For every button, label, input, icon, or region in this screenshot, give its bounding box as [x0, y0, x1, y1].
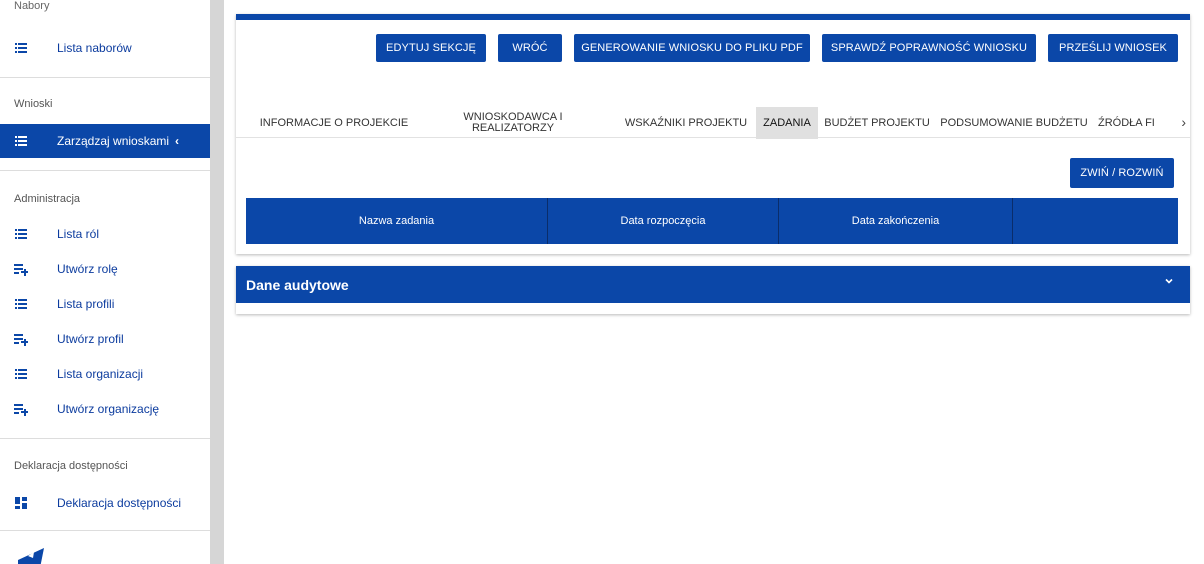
table-header-data-rozpoczecia: Data rozpoczęcia — [548, 198, 779, 244]
sidebar-section-nabory: Nabory — [14, 0, 50, 12]
sidebar-item-utworz-organizacje[interactable]: Utwórz organizację — [0, 393, 210, 425]
sidebar-item-label: Utwórz organizację — [57, 402, 160, 416]
tab-podsumowanie-budzetu[interactable]: PODSUMOWANIE BUDŻETU — [936, 107, 1092, 139]
sidebar: Nabory Lista naborów Wnioski Zarządzaj w… — [0, 0, 210, 564]
sidebar-section-administracja: Administracja — [14, 193, 81, 205]
tasks-table-header: Nazwa zadania Data rozpoczęcia Data zako… — [246, 198, 1178, 244]
sidebar-item-utworz-role[interactable]: Utwórz rolę — [0, 253, 210, 285]
chevron-right-icon[interactable]: › — [1181, 114, 1186, 130]
sidebar-divider — [0, 438, 210, 439]
list-icon — [14, 135, 28, 147]
sidebar-divider — [0, 170, 210, 171]
eu-logo-icon — [18, 548, 44, 564]
main-content: EDYTUJ SEKCJĘ WRÓĆ GENEROWANIE WNIOSKU D… — [224, 0, 1204, 564]
validate-application-button[interactable]: SPRAWDŹ POPRAWNOŚĆ WNIOSKU — [822, 34, 1036, 62]
sidebar-section-deklaracja: Deklaracja dostępności — [14, 460, 128, 472]
playlist-add-icon — [14, 263, 28, 276]
section-tabs: INFORMACJE O PROJEKCIE WNIOSKODAWCA I RE… — [236, 104, 1190, 139]
audit-data-panel: Dane audytowe — [236, 266, 1190, 314]
chevron-down-icon — [1165, 278, 1173, 284]
sidebar-divider — [0, 530, 210, 531]
sidebar-item-label: Lista organizacji — [57, 367, 144, 381]
sidebar-item-label: Deklaracja dostępności — [57, 496, 182, 510]
table-header-data-zakonczenia: Data zakończenia — [779, 198, 1013, 244]
table-header-actions — [1013, 198, 1178, 244]
application-section-card: EDYTUJ SEKCJĘ WRÓĆ GENEROWANIE WNIOSKU D… — [236, 14, 1190, 254]
tab-wnioskodawca-i-realizatorzy[interactable]: WNIOSKODAWCA I REALIZATORZY — [452, 107, 574, 139]
tab-label-line2: REALIZATORZY — [471, 122, 555, 134]
dashboard-icon — [14, 497, 28, 509]
list-icon — [14, 42, 28, 54]
audit-data-header[interactable]: Dane audytowe — [236, 266, 1190, 303]
app-root: Nabory Lista naborów Wnioski Zarządzaj w… — [0, 0, 1204, 564]
sidebar-item-zarzadzaj-wnioskami[interactable]: Zarządzaj wnioskami ‹ — [0, 124, 210, 158]
list-icon — [14, 368, 28, 380]
sidebar-item-lista-naborow[interactable]: Lista naborów — [0, 32, 210, 64]
sidebar-item-lista-rol[interactable]: Lista ról — [0, 218, 210, 250]
sidebar-item-label: Lista naborów — [57, 41, 132, 55]
generate-pdf-button[interactable]: GENEROWANIE WNIOSKU DO PLIKU PDF — [574, 34, 810, 62]
collapse-expand-button[interactable]: ZWIŃ / ROZWIŃ — [1070, 158, 1174, 188]
audit-data-title: Dane audytowe — [246, 277, 349, 293]
playlist-add-icon — [14, 333, 28, 346]
tab-zadania[interactable]: ZADANIA — [756, 107, 818, 139]
tab-budzet-projektu[interactable]: BUDŻET PROJEKTU — [822, 107, 932, 139]
sidebar-item-utworz-profil[interactable]: Utwórz profil — [0, 323, 210, 355]
table-header-nazwa-zadania: Nazwa zadania — [246, 198, 548, 244]
playlist-add-icon — [14, 403, 28, 416]
sidebar-item-label: Zarządzaj wnioskami — [57, 134, 170, 148]
sidebar-divider — [0, 77, 210, 78]
list-icon — [14, 298, 28, 310]
send-application-button[interactable]: PRZEŚLIJ WNIOSEK — [1048, 34, 1178, 62]
back-button[interactable]: WRÓĆ — [498, 34, 562, 62]
sidebar-item-lista-profili[interactable]: Lista profili — [0, 288, 210, 320]
edit-section-button[interactable]: EDYTUJ SEKCJĘ — [376, 34, 486, 62]
sidebar-section-wnioski: Wnioski — [14, 98, 53, 110]
tab-zrodla-finansowania[interactable]: ŹRÓDŁA FI — [1098, 107, 1160, 139]
sidebar-item-deklaracja-dostepnosci[interactable]: Deklaracja dostępności — [0, 487, 210, 519]
sidebar-item-label: Utwórz rolę — [57, 262, 118, 276]
sidebar-item-label: Lista profili — [57, 297, 115, 311]
sidebar-item-lista-organizacji[interactable]: Lista organizacji — [0, 358, 210, 390]
tab-wskazniki-projektu[interactable]: WSKAŹNIKI PROJEKTU — [622, 107, 750, 139]
sidebar-item-label: Lista ról — [57, 227, 100, 241]
list-icon — [14, 228, 28, 240]
tab-informacje-o-projekcie[interactable]: INFORMACJE O PROJEKCIE — [250, 107, 418, 139]
sidebar-item-label: Utwórz profil — [57, 332, 124, 346]
chevron-left-icon: ‹ — [175, 134, 180, 148]
sidebar-scrollbar[interactable] — [210, 0, 224, 564]
